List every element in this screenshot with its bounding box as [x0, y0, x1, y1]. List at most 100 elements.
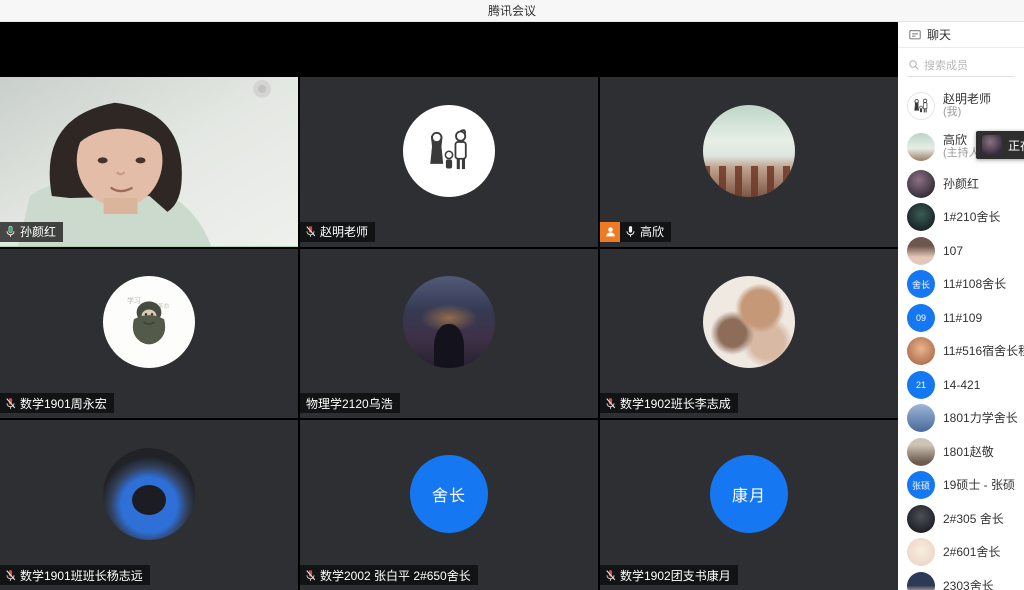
mic-muted-icon: [3, 568, 17, 582]
member-name: 1801力学舍长: [943, 411, 1018, 425]
member-name: 孙颜红: [943, 177, 979, 191]
member-row-11-108[interactable]: 舍长 11#108舍长: [907, 268, 1024, 302]
participant-name: 数学1902团支书康月: [620, 567, 731, 584]
member-row-2-601[interactable]: 2#601舍长: [907, 536, 1024, 570]
video-cell-gaoxin[interactable]: 高欣: [600, 77, 898, 247]
window-titlebar: 腾讯会议: [0, 0, 1024, 22]
nametag-row: 数学1901周永宏: [0, 393, 114, 413]
member-name: 2#305 舍长: [943, 512, 1004, 526]
member-role: (我): [943, 106, 991, 119]
avatar-initials: 舍长: [912, 278, 930, 291]
nametag-row: 高欣: [600, 222, 671, 242]
avatar: [907, 404, 935, 432]
video-cell-kangyue[interactable]: 康月 数学1902团支书康月: [600, 420, 898, 590]
member-name: 1#210舍长: [943, 210, 1000, 224]
member-row-2-305[interactable]: 2#305 舍长: [907, 502, 1024, 536]
mic-muted-icon: [603, 568, 617, 582]
participant-nametag: 物理学2120乌浩: [300, 393, 400, 413]
avatar-marx-cartoon: 学习 革命: [103, 276, 195, 368]
mic-on-icon: [623, 225, 637, 239]
avatar-text: 张硕: [907, 471, 935, 499]
avatar-cat: [703, 276, 795, 368]
avatar: [907, 237, 935, 265]
member-name: 14-421: [943, 378, 980, 392]
family-illustration: [910, 95, 932, 117]
svg-text:学习: 学习: [127, 296, 141, 305]
avatar-text: 21: [907, 371, 935, 399]
member-search: [907, 56, 1015, 77]
participant-nametag: 数学1901班班长杨志远: [0, 565, 150, 585]
avatar-initials: 张硕: [912, 479, 930, 492]
window-title: 腾讯会议: [488, 2, 536, 19]
member-row-11-516[interactable]: 11#516宿舍长程茜: [907, 335, 1024, 369]
video-cell-sunyanhong[interactable]: 孙颜红: [0, 77, 298, 247]
member-row-sunyanhong[interactable]: 孙颜红: [907, 167, 1024, 201]
member-row-11-109[interactable]: 09 11#109: [907, 301, 1024, 335]
participant-nametag: 高欣: [620, 222, 671, 242]
video-area: 孙颜红: [0, 22, 898, 590]
member-row-107[interactable]: 107: [907, 234, 1024, 268]
mic-muted-icon: [3, 396, 17, 410]
video-cell-zhouyonghong[interactable]: 学习 革命 数学1901周永宏: [0, 249, 298, 419]
avatar: [907, 133, 935, 161]
member-name: 赵明老师: [943, 92, 991, 106]
nametag-row: 数学2002 张白平 2#650舍长: [300, 565, 478, 585]
participant-name: 数学1901周永宏: [20, 395, 107, 412]
mic-on-icon: [3, 225, 17, 239]
avatar-landscape: [703, 105, 795, 197]
avatar-family: [403, 105, 495, 197]
member-name: 107: [943, 244, 963, 258]
member-texts: 赵明老师 (我): [943, 92, 991, 119]
member-row-1801-zhaojing[interactable]: 1801赵敬: [907, 435, 1024, 469]
nametag-row: 数学1901班班长杨志远: [0, 565, 150, 585]
nametag-row: 赵明老师: [300, 222, 375, 242]
video-cell-zhaoming[interactable]: 赵明老师: [300, 77, 598, 247]
avatar-text: 舍长: [907, 270, 935, 298]
avatar-text: 09: [907, 304, 935, 332]
chat-panel: 聊天 赵明老师 (我): [898, 22, 1024, 590]
search-input[interactable]: [907, 57, 1015, 77]
nametag-row: 数学1902团支书康月: [600, 565, 738, 585]
avatar: [907, 170, 935, 198]
video-cell-lizhicheng[interactable]: 数学1902班长李志成: [600, 249, 898, 419]
member-row-14-421[interactable]: 21 14-421: [907, 368, 1024, 402]
participant-name: 数学1901班班长杨志远: [20, 567, 143, 584]
avatar: [907, 438, 935, 466]
avatar-night-city: [403, 276, 495, 368]
avatar: [907, 203, 935, 231]
member-name: 11#109: [943, 311, 982, 325]
speaking-tooltip: 正在说话: [976, 131, 1024, 159]
member-name: 2#601舍长: [943, 545, 1000, 559]
participant-name: 物理学2120乌浩: [306, 395, 393, 412]
member-row-zhaoming[interactable]: 赵明老师 (我): [907, 85, 1024, 126]
participant-name: 高欣: [640, 223, 664, 240]
host-badge-icon: [600, 222, 620, 242]
participant-nametag: 数学1902班长李志成: [600, 393, 738, 413]
avatar-initials: 21: [916, 380, 926, 390]
member-name: 11#108舍长: [943, 277, 1006, 291]
participant-name: 数学2002 张白平 2#650舍长: [320, 567, 471, 584]
member-name: 11#516宿舍长程茜: [943, 344, 1024, 358]
member-row-19-zhangshuo[interactable]: 张硕 19硕士 - 张硕: [907, 469, 1024, 503]
nametag-row: 数学1902班长李志成: [600, 393, 738, 413]
member-row-1-210[interactable]: 1#210舍长: [907, 201, 1024, 235]
marx-illustration: 学习 革命: [116, 289, 182, 355]
meeting-window: { "window": { "title": "腾讯会议" }, "grid":…: [0, 0, 1024, 590]
nametag-row: 物理学2120乌浩: [300, 393, 400, 413]
member-row-1801-lixue[interactable]: 1801力学舍长: [907, 402, 1024, 436]
member-name: 19硕士 - 张硕: [943, 478, 1015, 492]
participant-name: 赵明老师: [320, 223, 368, 240]
participant-nametag: 赵明老师: [300, 222, 375, 242]
video-cell-yangzhiyuan[interactable]: 数学1901班班长杨志远: [0, 420, 298, 590]
video-cell-zhangbaiping[interactable]: 舍长 数学2002 张白平 2#650舍长: [300, 420, 598, 590]
participant-grid: 孙颜红: [0, 77, 898, 590]
search-icon: [908, 59, 920, 71]
avatar: [907, 505, 935, 533]
member-row-2303[interactable]: 2303舍长: [907, 569, 1024, 590]
avatar-hoodie: [103, 448, 195, 540]
avatar-text: 舍长: [410, 455, 488, 533]
participant-nametag: 孙颜红: [0, 222, 63, 242]
avatar-initials: 09: [916, 313, 926, 323]
video-cell-wuhao[interactable]: 物理学2120乌浩: [300, 249, 598, 419]
speaking-tooltip-text: 正在说话: [1008, 137, 1024, 154]
